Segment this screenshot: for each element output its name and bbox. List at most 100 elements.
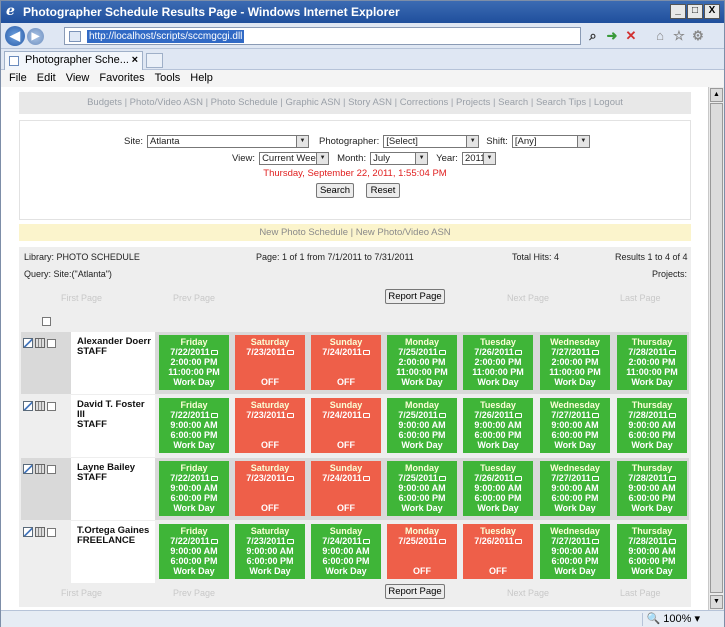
day-cell[interactable]: Wednesday 7/27/2011 9:00:00 AM 6:00:00 PM Wo… bbox=[540, 398, 610, 453]
row-checkbox[interactable] bbox=[47, 401, 56, 411]
camera-icon[interactable] bbox=[210, 350, 218, 356]
day-cell[interactable]: Saturday 7/23/2011 OFF bbox=[235, 335, 305, 390]
camera-icon[interactable] bbox=[668, 476, 676, 482]
address-url[interactable]: http://localhost/scripts/sccmgcgi.dll bbox=[87, 30, 245, 43]
menu-help[interactable]: Help bbox=[190, 70, 213, 87]
camera-icon[interactable] bbox=[591, 350, 599, 356]
edit-icon[interactable] bbox=[23, 401, 33, 411]
menu-tools[interactable]: Tools bbox=[155, 70, 181, 87]
last-page-link[interactable]: Last Page bbox=[620, 293, 661, 303]
new-tab-button[interactable] bbox=[146, 53, 163, 68]
camera-icon[interactable] bbox=[362, 413, 370, 419]
photographer-name[interactable]: David T. Foster III bbox=[77, 399, 145, 420]
first-page-link[interactable]: First Page bbox=[61, 588, 102, 598]
day-cell[interactable]: Thursday 7/28/2011 2:00:00 PM 11:00:00 PM Wo… bbox=[617, 335, 687, 390]
last-page-link[interactable]: Last Page bbox=[620, 588, 661, 598]
search-icon[interactable]: ⌕ bbox=[586, 28, 600, 44]
camera-icon[interactable] bbox=[362, 539, 370, 545]
day-cell[interactable]: Friday 7/22/2011 9:00:00 AM 6:00:00 PM Work … bbox=[159, 524, 229, 579]
maximize-button[interactable]: □ bbox=[687, 4, 703, 19]
menu-view[interactable]: View bbox=[66, 70, 90, 87]
select-all-checkbox[interactable] bbox=[42, 317, 51, 326]
trash-icon[interactable] bbox=[35, 401, 45, 411]
camera-icon[interactable] bbox=[210, 539, 218, 545]
day-cell[interactable]: Friday 7/22/2011 9:00:00 AM 6:00:00 PM Work … bbox=[159, 461, 229, 516]
day-cell[interactable]: Tuesday 7/26/2011 2:00:00 PM 11:00:00 PM Wor… bbox=[463, 335, 533, 390]
first-page-link[interactable]: First Page bbox=[61, 293, 102, 303]
shift-select[interactable]: [Any] bbox=[511, 135, 590, 148]
day-cell[interactable]: Sunday 7/24/2011 OFF bbox=[311, 335, 381, 390]
camera-icon[interactable] bbox=[514, 539, 522, 545]
camera-icon[interactable] bbox=[362, 350, 370, 356]
address-bar[interactable]: http://localhost/scripts/sccmgcgi.dll bbox=[64, 27, 581, 45]
day-cell[interactable]: Thursday 7/28/2011 9:00:00 AM 6:00:00 PM Wor… bbox=[617, 524, 687, 579]
prev-page-link[interactable]: Prev Page bbox=[173, 293, 215, 303]
day-cell[interactable]: Sunday 7/24/2011 OFF bbox=[311, 461, 381, 516]
day-cell[interactable]: Wednesday 7/27/2011 9:00:00 AM 6:00:00 PM Wo… bbox=[540, 461, 610, 516]
camera-icon[interactable] bbox=[210, 413, 218, 419]
tab-photographer-schedule[interactable]: Photographer Sche... × bbox=[4, 51, 143, 70]
gear-icon[interactable]: ⚙ bbox=[691, 28, 705, 44]
camera-icon[interactable] bbox=[514, 413, 522, 419]
favorites-star-icon[interactable]: ☆ bbox=[672, 28, 686, 44]
next-page-link[interactable]: Next Page bbox=[507, 588, 549, 598]
day-cell[interactable]: Monday 7/25/2011 2:00:00 PM 11:00:00 PM Work… bbox=[387, 335, 457, 390]
stop-icon[interactable]: ✕ bbox=[624, 28, 638, 44]
vertical-scrollbar[interactable]: ▲ ▼ bbox=[708, 87, 724, 610]
edit-icon[interactable] bbox=[23, 464, 33, 474]
camera-icon[interactable] bbox=[514, 350, 522, 356]
search-button[interactable]: Search bbox=[316, 183, 354, 198]
zoom-level[interactable]: 🔍 100% ▾ bbox=[641, 613, 704, 626]
day-cell[interactable]: Thursday 7/28/2011 9:00:00 AM 6:00:00 PM Wor… bbox=[617, 461, 687, 516]
edit-icon[interactable] bbox=[23, 527, 33, 537]
camera-icon[interactable] bbox=[286, 476, 294, 482]
day-cell[interactable]: Wednesday 7/27/2011 2:00:00 PM 11:00:00 PM W… bbox=[540, 335, 610, 390]
year-select[interactable]: 2011 bbox=[461, 152, 496, 165]
day-cell[interactable]: Tuesday 7/26/2011 OFF bbox=[463, 524, 533, 579]
close-window-button[interactable]: X bbox=[704, 4, 720, 19]
camera-icon[interactable] bbox=[514, 476, 522, 482]
edit-icon[interactable] bbox=[23, 338, 33, 348]
camera-icon[interactable] bbox=[591, 476, 599, 482]
camera-icon[interactable] bbox=[438, 476, 446, 482]
site-select[interactable]: Atlanta bbox=[147, 135, 310, 148]
day-cell[interactable]: Saturday 7/23/2011 9:00:00 AM 6:00:00 PM Wor… bbox=[235, 524, 305, 579]
scroll-up-arrow[interactable]: ▲ bbox=[710, 88, 723, 102]
day-cell[interactable]: Saturday 7/23/2011 OFF bbox=[235, 398, 305, 453]
day-cell[interactable]: Tuesday 7/26/2011 9:00:00 AM 6:00:00 PM Work… bbox=[463, 461, 533, 516]
tab-close-button[interactable]: × bbox=[132, 52, 138, 69]
row-checkbox[interactable] bbox=[47, 464, 56, 474]
day-cell[interactable]: Sunday 7/24/2011 9:00:00 AM 6:00:00 PM Work … bbox=[311, 524, 381, 579]
day-cell[interactable]: Friday 7/22/2011 2:00:00 PM 11:00:00 PM Work… bbox=[159, 335, 229, 390]
camera-icon[interactable] bbox=[286, 413, 294, 419]
day-cell[interactable]: Sunday 7/24/2011 OFF bbox=[311, 398, 381, 453]
minimize-button[interactable]: _ bbox=[670, 4, 686, 19]
next-page-link[interactable]: Next Page bbox=[507, 293, 549, 303]
refresh-icon[interactable]: ➜ bbox=[605, 28, 619, 44]
trash-icon[interactable] bbox=[35, 464, 45, 474]
camera-icon[interactable] bbox=[362, 476, 370, 482]
day-cell[interactable]: Thursday 7/28/2011 9:00:00 AM 6:00:00 PM Wor… bbox=[617, 398, 687, 453]
day-cell[interactable]: Friday 7/22/2011 9:00:00 AM 6:00:00 PM Work … bbox=[159, 398, 229, 453]
row-checkbox[interactable] bbox=[47, 527, 56, 537]
row-checkbox[interactable] bbox=[47, 338, 56, 348]
day-cell[interactable]: Monday 7/25/2011 OFF bbox=[387, 524, 457, 579]
camera-icon[interactable] bbox=[286, 350, 294, 356]
menu-edit[interactable]: Edit bbox=[37, 70, 56, 87]
back-button[interactable]: ◀ bbox=[5, 26, 25, 46]
trash-icon[interactable] bbox=[35, 527, 45, 537]
camera-icon[interactable] bbox=[286, 539, 294, 545]
camera-icon[interactable] bbox=[591, 539, 599, 545]
day-cell[interactable]: Monday 7/25/2011 9:00:00 AM 6:00:00 PM Work … bbox=[387, 398, 457, 453]
photographer-select[interactable]: [Select] bbox=[383, 135, 480, 148]
camera-icon[interactable] bbox=[438, 350, 446, 356]
day-cell[interactable]: Monday 7/25/2011 9:00:00 AM 6:00:00 PM Work … bbox=[387, 461, 457, 516]
camera-icon[interactable] bbox=[210, 476, 218, 482]
camera-icon[interactable] bbox=[591, 413, 599, 419]
forward-button[interactable]: ▶ bbox=[27, 28, 44, 45]
day-cell[interactable]: Tuesday 7/26/2011 9:00:00 AM 6:00:00 PM Work… bbox=[463, 398, 533, 453]
month-select[interactable]: July bbox=[370, 152, 429, 165]
reset-button[interactable]: Reset bbox=[366, 183, 400, 198]
camera-icon[interactable] bbox=[668, 539, 676, 545]
home-icon[interactable]: ⌂ bbox=[653, 28, 667, 44]
